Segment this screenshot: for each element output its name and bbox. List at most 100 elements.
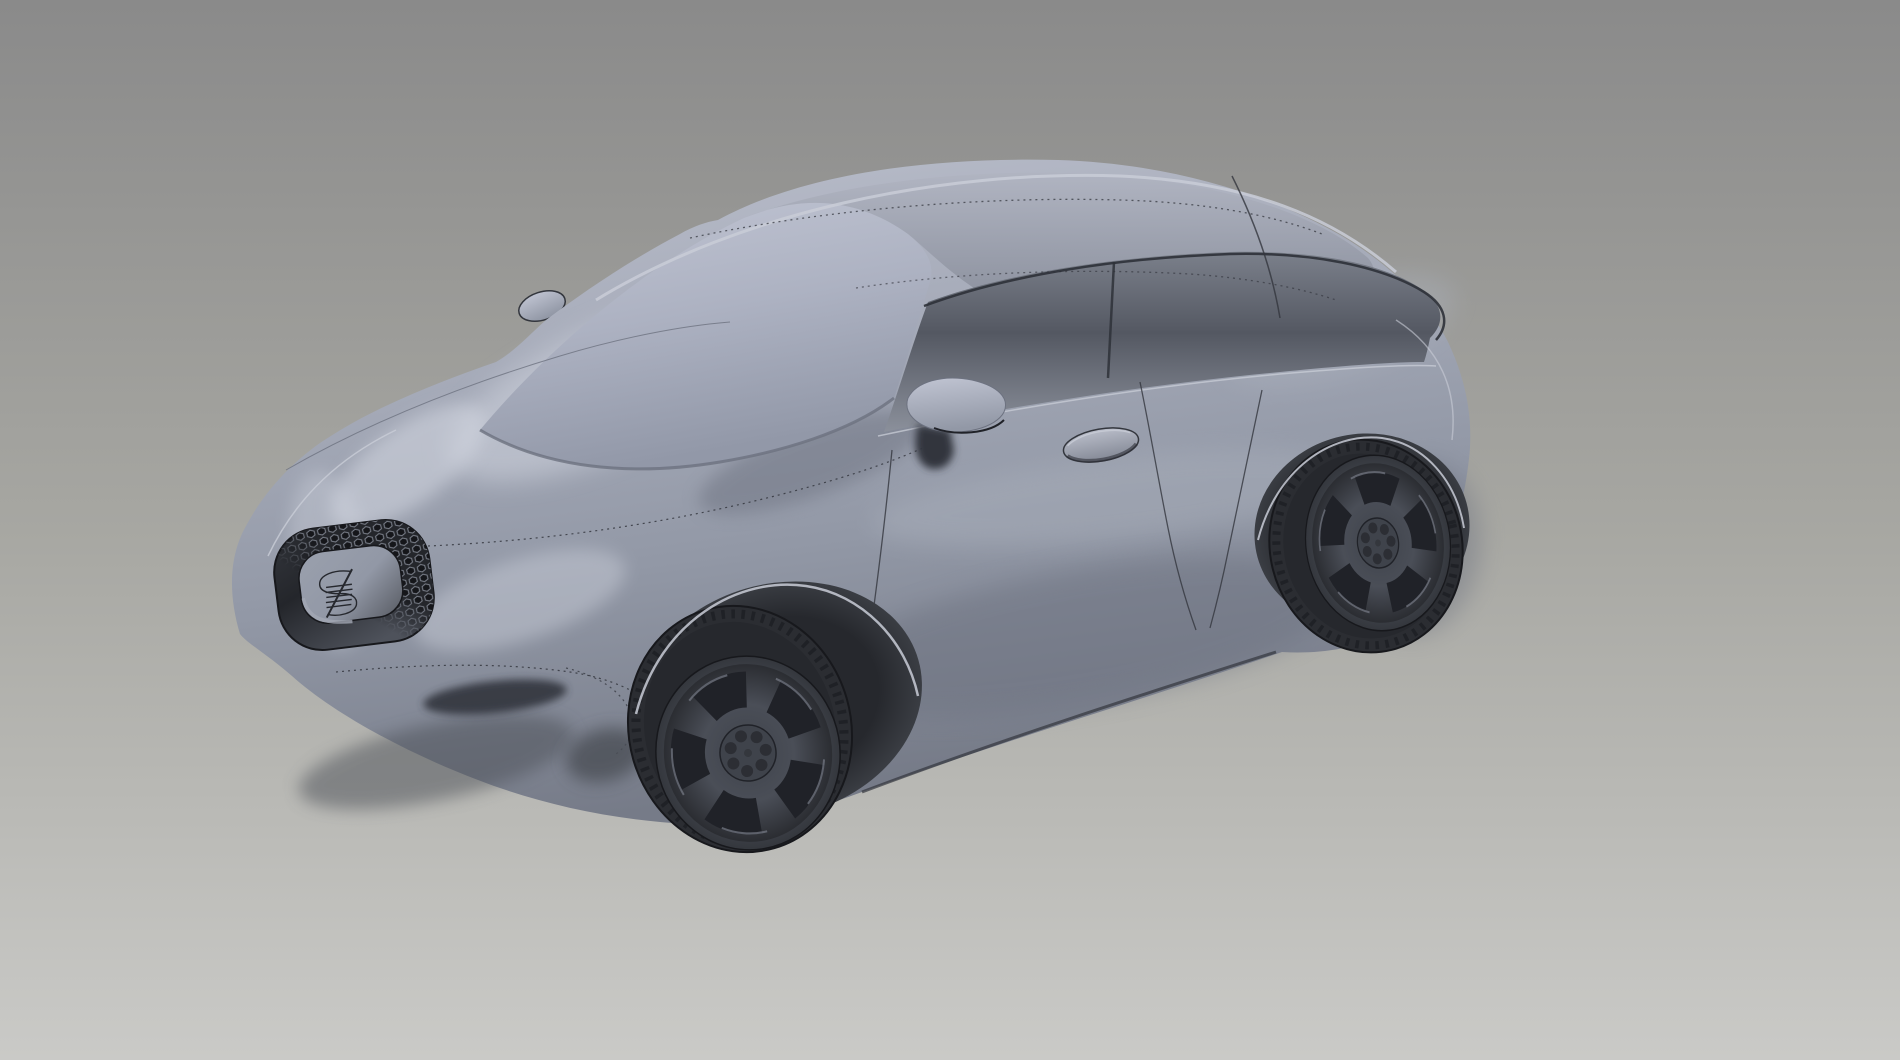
mirror-head [907,378,1006,432]
badge-hatch-4 [326,599,352,602]
badge-hatch-2 [326,589,353,592]
body-shading [278,249,1492,828]
front-hub-center [743,748,752,757]
grille-inner-panel [296,542,406,626]
roof-seam-dotted-2 [856,271,1336,300]
rear-spoke-cutouts [1315,466,1441,621]
rocker-edge [862,652,1276,792]
lug-bolt [1362,545,1372,557]
b-pillar-seam [1108,262,1114,378]
door-handle-highlight [1066,426,1130,445]
rear-arch-lip [1258,437,1464,540]
bumper-seam-dotted [336,665,652,706]
front-tire-sidewall [619,599,861,859]
under-bumper-shadow [291,696,581,829]
lug-bolt [724,741,738,755]
seam-lines [268,175,1453,792]
lug-bolt [1379,523,1389,535]
far-mirror-head [515,285,569,326]
rear-door-cut [1210,390,1262,628]
lug-bolt [734,729,748,743]
front-tire-tread [609,589,871,869]
fender-character-line [268,430,396,556]
hood-highlight [423,252,813,519]
rear-tire-tread [1255,427,1476,664]
rear-wheel-well [1236,414,1487,647]
rear-lug-bolts [1359,520,1398,567]
rear-bumper-shade [1340,452,1491,644]
drip-line [924,254,1444,340]
rear-spoke-edges [1300,447,1457,640]
front-fascia [269,515,650,791]
front-rim-outer [641,641,856,864]
badge-s-outline [318,570,358,617]
lug-bolt [759,743,773,757]
studio-backdrop [0,0,1900,1060]
windshield [480,203,931,469]
front-spoke-edges [667,666,828,839]
badge-hatch-5 [327,604,352,607]
roof-edge-highlight [596,175,1396,300]
badge-hatch-3 [326,594,352,597]
front-wheel-well [606,548,951,851]
lower-body-shadow [803,524,1358,748]
lug-bolt [740,764,754,778]
cowl-shadow [688,389,937,535]
hatch-seam-roof [1232,176,1280,318]
front-spoke-cutouts [681,681,816,825]
front-hub [716,721,781,786]
beltline-highlight [878,365,1436,436]
roof-panel [744,173,1374,298]
lug-bolt [1368,522,1378,534]
front-arch-lip [636,585,918,714]
rear-quarter-highlight [1212,249,1469,411]
grille-mesh [269,515,439,655]
lug-bolt [726,757,740,771]
hood-seam-dotted [428,444,932,546]
rear-hub [1354,515,1402,570]
front-rim [640,641,855,865]
hood-fender-seam [286,322,730,470]
car-3d-render: Monochrome 3D CAD-style studio render of… [0,0,1900,1060]
door-reflection [867,430,1373,566]
front-face-streak [278,465,382,654]
lug-bolt [1386,535,1396,547]
door-handle [1061,423,1141,468]
badge-slash [321,569,357,617]
foglamp-seam-dotted [566,668,632,754]
lug-bolt [1383,548,1393,560]
front-tire [599,579,881,879]
rear-rim [1284,433,1473,652]
side-mirror [907,378,1006,469]
lug-bolt [1372,553,1382,565]
lug-bolt [750,730,764,744]
badge-hatch-1 [326,584,352,587]
front-lug-bolts [722,726,776,781]
rear-tire-sidewall [1264,436,1468,656]
front-wheel [599,548,950,879]
far-mirror [515,285,569,326]
door-handle-body [1061,423,1141,468]
grille-lip-highlight [303,593,352,627]
mirror-base [915,424,954,469]
front-grille [269,515,439,655]
lug-bolt [1360,532,1370,544]
car-body [232,160,1470,825]
door-handle-shadow [1067,444,1138,466]
taillight-curve [1396,320,1453,440]
side-glass [884,252,1440,432]
windshield-cowl-shadow [480,398,894,469]
front-rim-dish [650,651,846,855]
bumper-highlight [403,528,637,672]
rear-hub-center [1375,539,1382,547]
mirror-underline [934,420,1004,433]
mid-door-cut [1140,382,1196,630]
lug-bolt [755,758,769,772]
seat-s-logo-icon [318,569,358,618]
foglamp-recess [560,720,651,791]
roof-seam-dotted-1 [690,199,1322,238]
car [232,160,1492,879]
intake-shadow [422,674,569,721]
rear-rim-dish [1302,455,1454,632]
rear-wheel [1236,414,1487,673]
